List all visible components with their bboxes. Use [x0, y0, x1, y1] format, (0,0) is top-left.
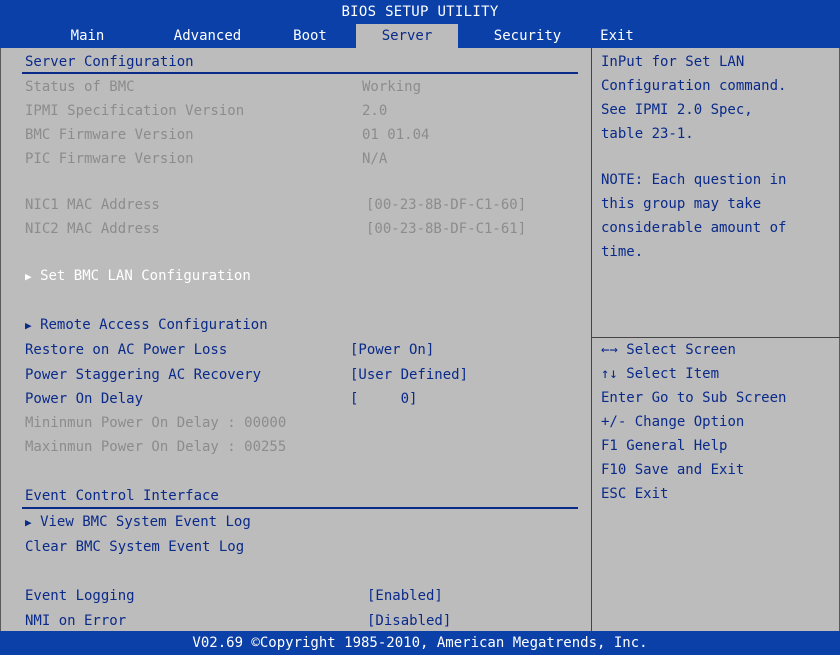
set-bmc-lan-label: Set BMC LAN Configuration [40, 268, 251, 284]
bmc-firmware-label: BMC Firmware Version [25, 127, 194, 143]
submenu-arrow-icon: ▶ [25, 270, 32, 283]
nic2-mac-value: [00-23-8B-DF-C1-61] [366, 221, 527, 237]
nic1-mac-value: [00-23-8B-DF-C1-60] [366, 197, 527, 213]
view-event-log-label: View BMC System Event Log [40, 514, 251, 530]
ipmi-version-value: 2.0 [362, 103, 388, 119]
power-staggering-label[interactable]: Power Staggering AC Recovery [25, 363, 261, 387]
up-down-arrow-icon: ↑↓ [601, 366, 618, 382]
view-event-log-item[interactable]: ▶ View BMC System Event Log [25, 510, 251, 534]
heading-divider [22, 507, 578, 509]
key-help-exit: ESC Exit [601, 486, 669, 502]
key-help-change-option: +/- Change Option [601, 414, 745, 430]
clear-event-log-item[interactable]: Clear BMC System Event Log [25, 535, 244, 559]
restore-ac-label[interactable]: Restore on AC Power Loss [25, 338, 227, 362]
remote-access-label: Remote Access Configuration [40, 317, 268, 333]
submenu-arrow-icon: ▶ [25, 319, 32, 332]
submenu-arrow-icon: ▶ [25, 516, 32, 529]
help-text-line: See IPMI 2.0 Spec, [601, 102, 753, 118]
left-right-arrow-icon: ←→ [601, 342, 618, 358]
pic-firmware-label: PIC Firmware Version [25, 151, 194, 167]
tab-exit[interactable]: Exit [592, 24, 642, 48]
key-help-enter: Enter Go to Sub Screen [601, 390, 787, 406]
ipmi-version-label: IPMI Specification Version [25, 103, 245, 119]
help-text-line: NOTE: Each question in [601, 172, 787, 188]
power-on-delay-value[interactable]: [ 0] [350, 387, 417, 411]
min-power-on-delay: Mininmun Power On Delay : 00000 [25, 415, 287, 431]
copyright-footer: V02.69 ©Copyright 1985-2010, American Me… [0, 631, 840, 655]
key-help-save-exit: F10 Save and Exit [601, 462, 745, 478]
restore-ac-value[interactable]: [Power On] [350, 338, 434, 362]
help-pane: InPut for Set LAN Configuration command.… [591, 48, 840, 631]
key-help-general-help: F1 General Help [601, 438, 728, 454]
status-bmc-value: Working [362, 79, 422, 95]
settings-pane: Server Configuration Status of BMC Worki… [0, 48, 588, 631]
nic1-mac-label: NIC1 MAC Address [25, 197, 160, 213]
event-logging-label[interactable]: Event Logging [25, 584, 135, 608]
tab-server[interactable]: Server [356, 24, 458, 48]
power-staggering-value[interactable]: [User Defined] [350, 363, 468, 387]
event-logging-value[interactable]: [Enabled] [367, 584, 443, 608]
help-text-line: considerable amount of [601, 220, 787, 236]
help-text-line: InPut for Set LAN [601, 54, 745, 70]
help-text-line: this group may take [601, 196, 762, 212]
server-config-heading: Server Configuration [25, 54, 194, 70]
key-help-select-screen: ←→ Select Screen [601, 342, 736, 358]
bmc-firmware-value: 01 01.04 [362, 127, 430, 143]
power-on-delay-label[interactable]: Power On Delay [25, 387, 143, 411]
title-bar: BIOS SETUP UTILITY [0, 0, 840, 24]
event-control-heading: Event Control Interface [25, 488, 219, 504]
heading-divider [22, 72, 578, 74]
help-text-line: time. [601, 244, 644, 260]
key-help-select-item: ↑↓ Select Item [601, 366, 720, 382]
status-bmc-label: Status of BMC [25, 79, 135, 95]
nic2-mac-label: NIC2 MAC Address [25, 221, 160, 237]
tab-boot[interactable]: Boot [275, 24, 345, 48]
remote-access-item[interactable]: ▶ Remote Access Configuration [25, 313, 268, 337]
pic-firmware-value: N/A [362, 151, 388, 167]
nmi-on-error-label[interactable]: NMI on Error [25, 609, 126, 633]
tab-bar: Main Advanced Boot Server Security Exit [0, 24, 840, 48]
nmi-on-error-value[interactable]: [Disabled] [367, 609, 451, 633]
tab-main[interactable]: Main [40, 24, 135, 48]
tab-advanced[interactable]: Advanced [150, 24, 265, 48]
max-power-on-delay: Maxinmun Power On Delay : 00255 [25, 439, 287, 455]
set-bmc-lan-item[interactable]: ▶ Set BMC LAN Configuration [25, 264, 251, 288]
tab-security[interactable]: Security [470, 24, 585, 48]
help-text-line: table 23-1. [601, 126, 694, 142]
help-text-line: Configuration command. [601, 78, 787, 94]
